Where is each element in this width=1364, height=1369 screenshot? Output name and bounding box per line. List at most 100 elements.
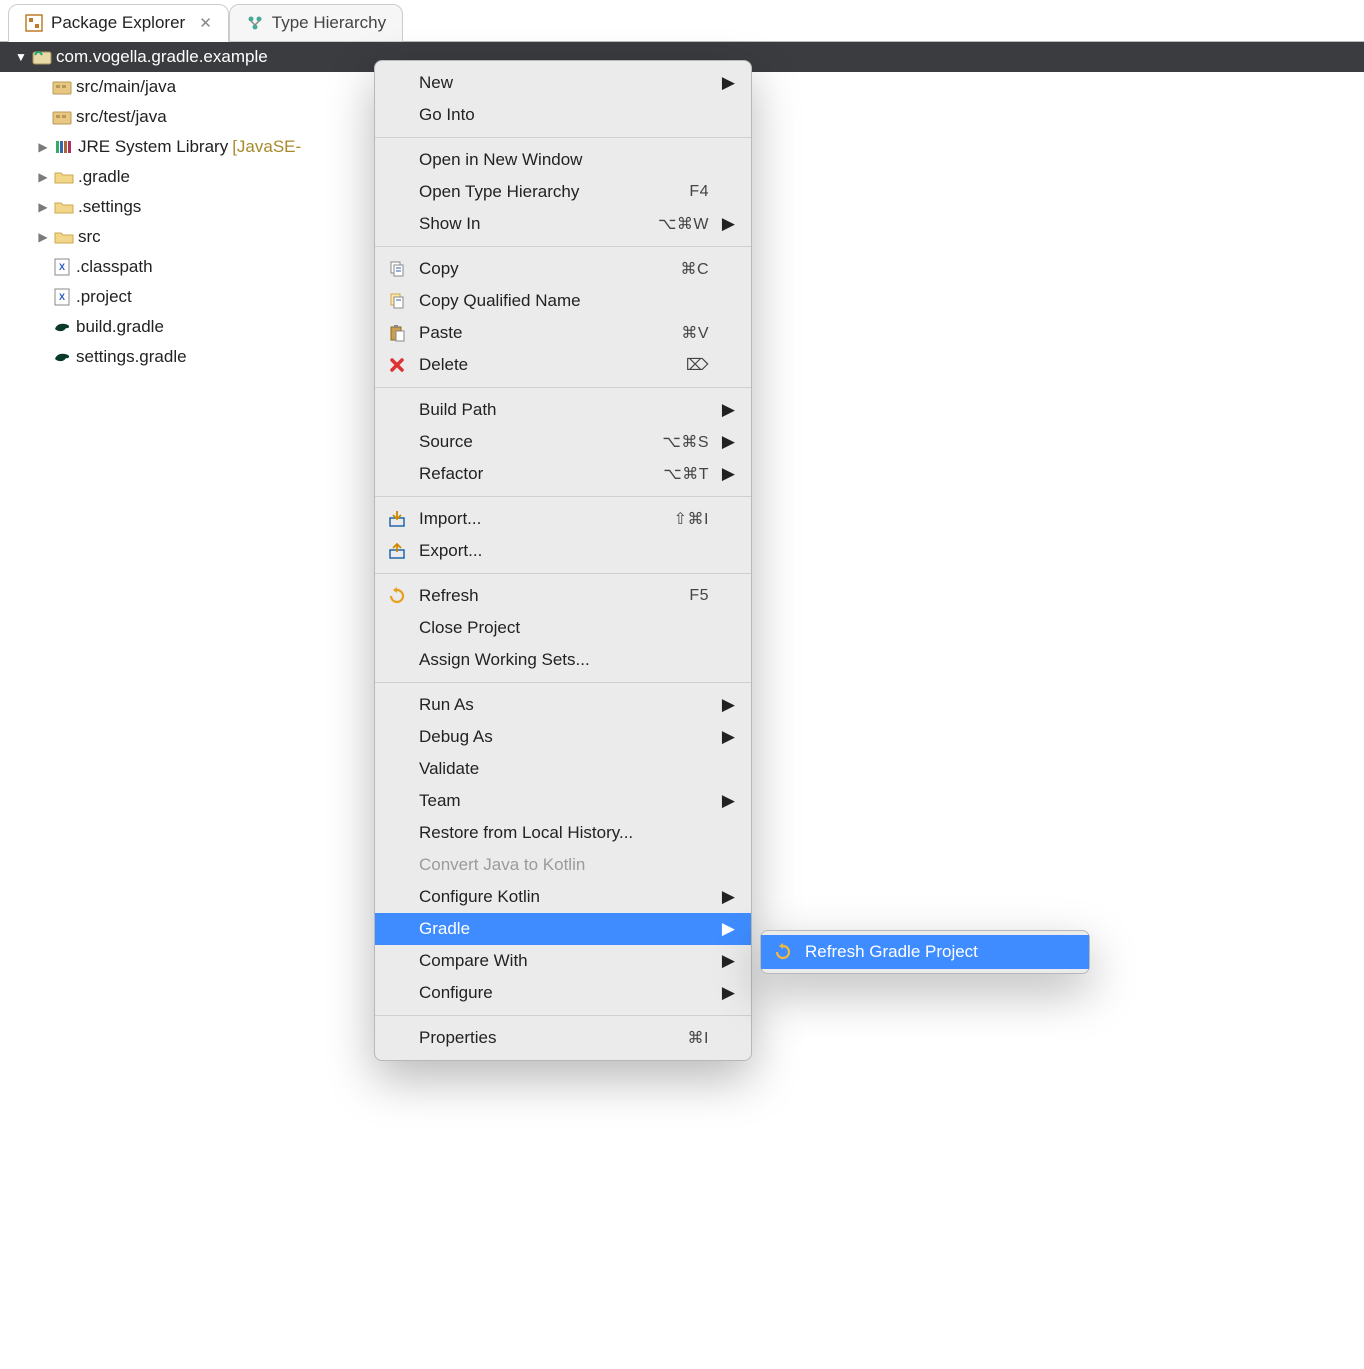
menu-item-open-type-hierarchy[interactable]: Open Type HierarchyF4 [375, 176, 751, 208]
menu-shortcut: ⌦ [686, 355, 709, 375]
copy-icon [385, 260, 409, 278]
menu-item-team[interactable]: Team ▶ [375, 785, 751, 817]
menu-item-configure-kotlin[interactable]: Configure Kotlin▶ [375, 881, 751, 913]
tree-item-label: build.gradle [76, 317, 164, 337]
tab-type-hierarchy[interactable]: Type Hierarchy [229, 4, 403, 42]
menu-item-label: Configure [419, 983, 709, 1003]
menu-item-compare-with[interactable]: Compare With ▶ [375, 945, 751, 977]
menu-item-source[interactable]: Source ⌥⌘S ▶ [375, 426, 751, 458]
menu-item-label: Import... [419, 509, 664, 529]
menu-item-label: Show In [419, 214, 648, 234]
menu-item-label: Copy Qualified Name [419, 291, 709, 311]
menu-item-run-as[interactable]: Run As▶ [375, 689, 751, 721]
menu-item-paste[interactable]: Paste⌘V [375, 317, 751, 349]
folder-icon [54, 169, 74, 185]
copyq-icon [385, 292, 409, 310]
menu-item-label: Export... [419, 541, 709, 561]
menu-shortcut: ⌥⌘T [663, 464, 709, 484]
menu-item-label: Go Into [419, 105, 709, 125]
submenu-arrow-icon: ▶ [719, 727, 735, 747]
import-icon [385, 510, 409, 528]
expand-arrow-icon[interactable]: ▼ [14, 50, 28, 64]
menu-separator [375, 246, 751, 247]
menu-item-label: Source [419, 432, 652, 452]
folder-icon [54, 229, 74, 245]
tree-item-label: src [78, 227, 101, 247]
menu-item-refactor[interactable]: Refactor⌥⌘T▶ [375, 458, 751, 490]
submenu-arrow-icon: ▶ [719, 432, 735, 452]
tab-package-explorer[interactable]: Package Explorer ✕ [8, 4, 229, 42]
menu-shortcut: F5 [689, 587, 709, 605]
menu-item-label: Debug As [419, 727, 709, 747]
xmlfile-icon: X [52, 258, 72, 276]
menu-item-go-into[interactable]: Go Into [375, 99, 751, 131]
submenu-arrow-icon: ▶ [719, 791, 735, 811]
gradle-submenu: Refresh Gradle Project [760, 930, 1090, 974]
submenu-arrow-icon: ▶ [719, 951, 735, 971]
library-icon [54, 139, 74, 155]
menu-separator [375, 387, 751, 388]
menu-item-refresh[interactable]: RefreshF5 [375, 580, 751, 612]
menu-item-properties[interactable]: Properties ⌘I [375, 1022, 751, 1054]
menu-item-export[interactable]: Export... [375, 535, 751, 567]
close-icon[interactable]: ✕ [199, 14, 212, 32]
menu-item-restore-from-local-history[interactable]: Restore from Local History... [375, 817, 751, 849]
menu-separator [375, 573, 751, 574]
menu-item-show-in[interactable]: Show In⌥⌘W▶ [375, 208, 751, 240]
submenu-arrow-icon: ▶ [719, 73, 735, 93]
menu-item-debug-as[interactable]: Debug As ▶ [375, 721, 751, 753]
menu-item-label: Restore from Local History... [419, 823, 709, 843]
menu-separator [375, 496, 751, 497]
menu-item-label: Close Project [419, 618, 709, 638]
paste-icon [385, 324, 409, 342]
expand-arrow-icon[interactable]: ▶ [36, 140, 50, 154]
menu-item-label: Delete [419, 355, 676, 375]
menu-item-configure[interactable]: Configure▶ [375, 977, 751, 1009]
tree-item-label: src/test/java [76, 107, 167, 127]
menu-item-label: Compare With [419, 951, 709, 971]
menu-item-build-path[interactable]: Build Path▶ [375, 394, 751, 426]
tree-item-label: JRE System Library [78, 137, 228, 157]
submenu-arrow-icon: ▶ [719, 214, 735, 234]
package-icon [52, 79, 72, 95]
menu-item-copy[interactable]: Copy⌘C [375, 253, 751, 285]
export-icon [385, 542, 409, 560]
refresh-icon [771, 943, 795, 961]
menu-item-gradle[interactable]: Gradle▶ [375, 913, 751, 945]
menu-item-label: Run As [419, 695, 709, 715]
gradle-icon [52, 319, 72, 335]
menu-item-label: Team [419, 791, 709, 811]
context-menu: New ▶ Go Into Open in New WindowOpen Type H… [374, 60, 752, 1061]
menu-item-label: Build Path [419, 400, 709, 420]
tree-item-label: .settings [78, 197, 141, 217]
view-tab-bar: Package Explorer ✕ Type Hierarchy [0, 0, 1364, 42]
tree-item-label: src/main/java [76, 77, 176, 97]
menu-item-delete[interactable]: Delete ⌦ [375, 349, 751, 381]
menu-item-label: Configure Kotlin [419, 887, 709, 907]
menu-item-close-project[interactable]: Close Project [375, 612, 751, 644]
menu-shortcut: ⌘C [680, 259, 709, 279]
menu-item-label: New [419, 73, 709, 93]
menu-shortcut: ⌘I [688, 1028, 709, 1048]
menu-item-open-in-new-window[interactable]: Open in New Window [375, 144, 751, 176]
submenu-item-refresh-gradle-project[interactable]: Refresh Gradle Project [761, 935, 1089, 969]
tree-item-label: .gradle [78, 167, 130, 187]
menu-shortcut: ⌥⌘S [662, 432, 709, 452]
menu-item-import[interactable]: Import... ⇧⌘I [375, 503, 751, 535]
menu-item-new[interactable]: New ▶ [375, 67, 751, 99]
menu-shortcut: F4 [689, 183, 709, 201]
menu-shortcut: ⇧⌘I [674, 509, 709, 529]
menu-separator [375, 1015, 751, 1016]
menu-item-assign-working-sets[interactable]: Assign Working Sets... [375, 644, 751, 676]
xmlfile-icon: X [52, 288, 72, 306]
expand-arrow-icon[interactable]: ▶ [36, 170, 50, 184]
expand-arrow-icon[interactable]: ▶ [36, 230, 50, 244]
menu-item-validate[interactable]: Validate [375, 753, 751, 785]
menu-item-label: Convert Java to Kotlin [419, 855, 709, 875]
expand-arrow-icon[interactable]: ▶ [36, 200, 50, 214]
svg-text:X: X [59, 292, 65, 302]
menu-item-copy-qualified-name[interactable]: Copy Qualified Name [375, 285, 751, 317]
package-icon [52, 109, 72, 125]
tree-item-label: .classpath [76, 257, 153, 277]
menu-item-label: Properties [419, 1028, 678, 1048]
